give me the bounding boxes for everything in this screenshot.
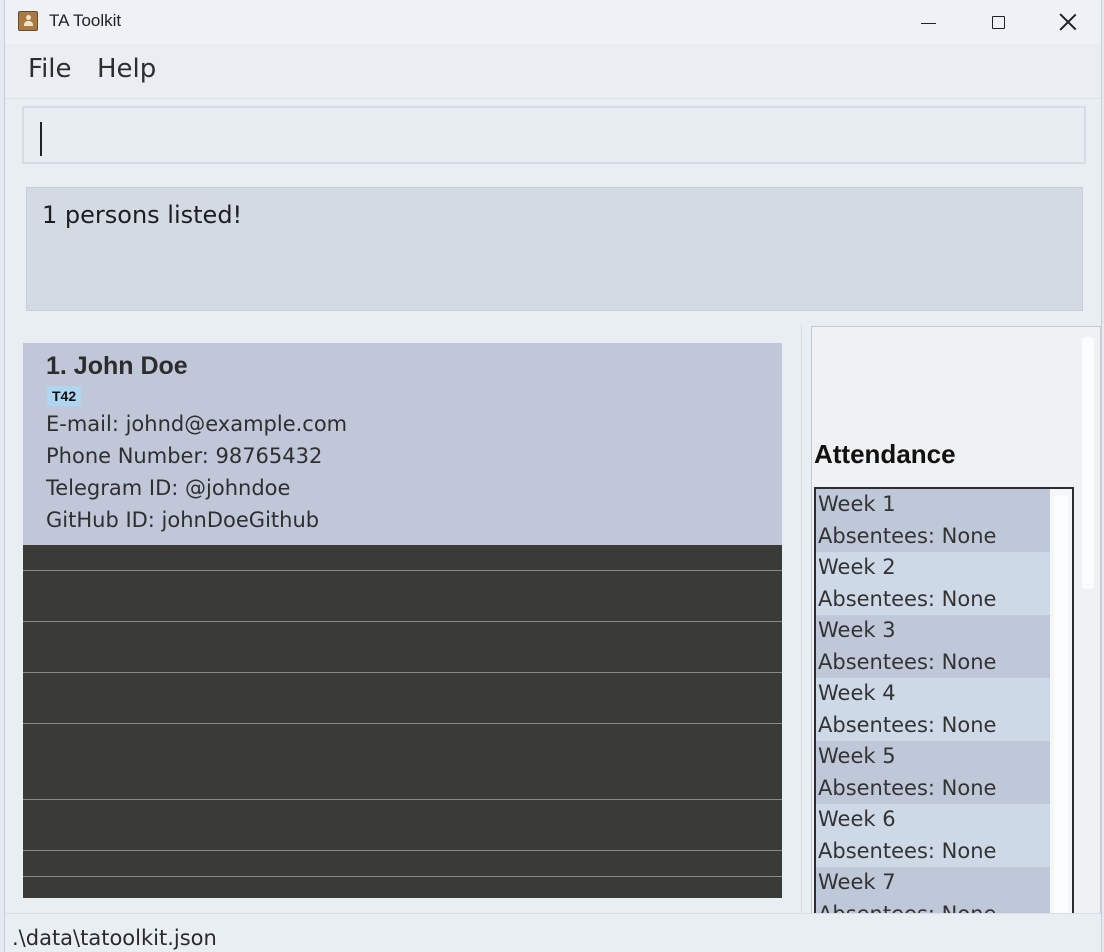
status-bar: .\data\tatoolkit.json (5, 913, 1101, 952)
empty-row-divider (23, 799, 782, 800)
empty-row-divider (23, 850, 782, 851)
week-label: Week 7 (818, 870, 896, 894)
person-email: E-mail: johnd@example.com (46, 412, 348, 436)
empty-row-divider (23, 723, 782, 724)
attendance-panel-scrollbar[interactable] (1082, 337, 1094, 589)
attendance-week-item[interactable]: Week 3 Absentees: None (816, 615, 1050, 678)
close-button[interactable] (1033, 0, 1101, 44)
empty-row-divider (23, 570, 782, 571)
person-card[interactable]: 1. John Doe T42 E-mail: johnd@example.co… (23, 343, 782, 545)
result-message: 1 persons listed! (42, 201, 243, 229)
attendance-week-item[interactable]: Week 2 Absentees: None (816, 552, 1050, 615)
attendance-week-item[interactable]: Week 1 Absentees: None (816, 489, 1050, 552)
attendance-list[interactable]: Week 1 Absentees: None Week 2 Absentees:… (814, 487, 1074, 914)
maximize-icon (991, 15, 1005, 29)
address-book-icon (18, 11, 38, 31)
close-icon (1059, 13, 1077, 31)
tag-badge: T42 (47, 386, 82, 406)
menu-help[interactable]: Help (97, 54, 156, 84)
person-list[interactable]: 1. John Doe T42 E-mail: johnd@example.co… (23, 343, 782, 898)
attendance-panel: Attendance Week 1 Absentees: None Week 2… (811, 326, 1101, 915)
empty-row-divider (23, 621, 782, 622)
person-list-panel: 1. John Doe T42 E-mail: johnd@example.co… (5, 325, 802, 915)
week-label: Week 3 (818, 618, 896, 642)
menu-bar: File Help (5, 44, 1101, 99)
absentees-label: Absentees: None (818, 839, 997, 863)
week-label: Week 2 (818, 555, 896, 579)
title-bar[interactable]: TA Toolkit (5, 0, 1101, 44)
attendance-list-scrollbar[interactable] (1054, 495, 1068, 914)
person-phone: Phone Number: 98765432 (46, 444, 323, 468)
person-github: GitHub ID: johnDoeGithub (46, 508, 320, 532)
absentees-label: Absentees: None (818, 650, 997, 674)
attendance-week-item[interactable]: Week 5 Absentees: None (816, 741, 1050, 804)
week-label: Week 5 (818, 744, 896, 768)
command-input[interactable] (24, 108, 1084, 162)
command-box (22, 106, 1086, 164)
person-name: 1. John Doe (46, 352, 188, 380)
absentees-label: Absentees: None (818, 587, 997, 611)
attendance-week-item[interactable]: Week 7 Absentees: None (816, 867, 1050, 914)
save-file-path: .\data\tatoolkit.json (12, 926, 217, 950)
result-display: 1 persons listed! (26, 187, 1083, 311)
menu-file[interactable]: File (28, 54, 72, 84)
text-caret (40, 122, 42, 156)
attendance-week-item[interactable]: Week 4 Absentees: None (816, 678, 1050, 741)
person-telegram: Telegram ID: @johndoe (46, 476, 291, 500)
absentees-label: Absentees: None (818, 524, 997, 548)
absentees-label: Absentees: None (818, 776, 997, 800)
week-label: Week 1 (818, 492, 896, 516)
attendance-week-item[interactable]: Week 6 Absentees: None (816, 804, 1050, 867)
week-label: Week 4 (818, 681, 896, 705)
absentees-label: Absentees: None (818, 713, 997, 737)
window-title: TA Toolkit (49, 11, 122, 30)
minimize-button[interactable] (893, 0, 963, 44)
empty-row-divider (23, 672, 782, 673)
empty-row-divider (23, 876, 782, 877)
minimize-icon (920, 22, 936, 24)
maximize-button[interactable] (963, 0, 1033, 44)
week-label: Week 6 (818, 807, 896, 831)
app-window: TA Toolkit File Help 1 persons listed! 1… (4, 0, 1102, 952)
attendance-title: Attendance (814, 439, 956, 469)
